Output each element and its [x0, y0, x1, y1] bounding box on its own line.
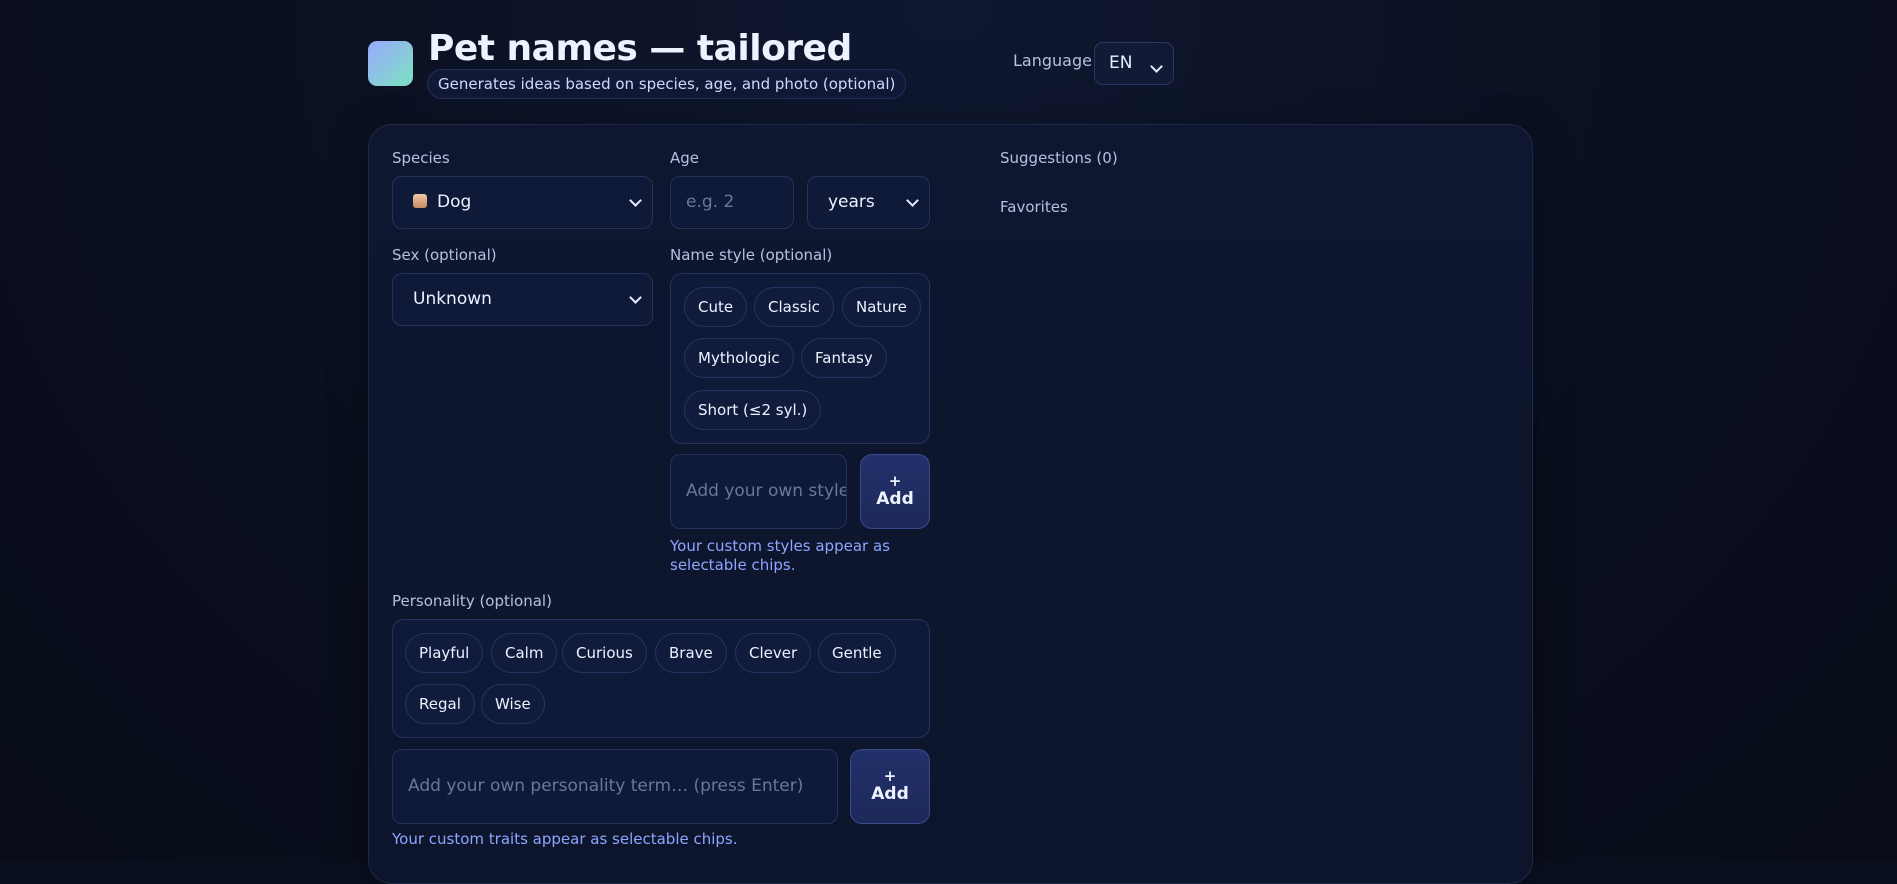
age-input[interactable]: e.g. 2: [670, 176, 794, 229]
plus-icon: +: [883, 767, 897, 785]
personality-chip-brave[interactable]: Brave: [655, 633, 727, 673]
add-style-button[interactable]: + Add: [860, 454, 930, 529]
app-logo: [368, 41, 413, 86]
chevron-down-icon: [629, 291, 642, 304]
personality-chip-playful[interactable]: Playful: [405, 633, 484, 673]
add-style-label: Add: [876, 489, 914, 509]
page-title: Pet names — tailored: [428, 28, 852, 69]
personality-chip-clever[interactable]: Clever: [735, 633, 812, 673]
personality-chip-wise[interactable]: Wise: [481, 684, 545, 724]
name-style-chip-group: Cute Classic Nature Mythologic Fantasy S…: [670, 273, 930, 444]
style-hint: Your custom styles appear as selectable …: [670, 537, 890, 574]
custom-personality-input[interactable]: Add your own personality term… (press En…: [392, 749, 838, 824]
personality-chip-calm[interactable]: Calm: [491, 633, 558, 673]
chevron-down-icon: [1150, 60, 1163, 73]
dog-icon: [413, 194, 427, 208]
personality-chip-gentle[interactable]: Gentle: [818, 633, 896, 673]
sex-value: Unknown: [413, 289, 492, 309]
suggestions-heading: Suggestions (0): [1000, 149, 1118, 167]
main-card: Species Dog Age e.g. 2 years Sex (option…: [368, 124, 1533, 884]
style-chip-nature[interactable]: Nature: [842, 287, 921, 327]
age-unit-value: years: [828, 192, 875, 212]
language-label: Language: [1013, 51, 1092, 70]
personality-chip-group: Playful Calm Curious Brave Clever Gentle…: [392, 619, 930, 738]
favorites-heading: Favorites: [1000, 198, 1068, 216]
style-chip-cute[interactable]: Cute: [684, 287, 748, 327]
species-value: Dog: [437, 192, 472, 212]
language-value: EN: [1109, 53, 1133, 73]
plus-icon: +: [888, 472, 902, 490]
style-chip-fantasy[interactable]: Fantasy: [801, 338, 887, 378]
custom-style-input[interactable]: Add your own style…: [670, 454, 847, 529]
species-label: Species: [392, 149, 450, 167]
style-chip-mythologic[interactable]: Mythologic: [684, 338, 794, 378]
personality-chip-curious[interactable]: Curious: [562, 633, 647, 673]
chevron-down-icon: [629, 194, 642, 207]
subtitle-badge: Generates ideas based on species, age, a…: [427, 69, 907, 99]
species-select[interactable]: Dog: [392, 176, 653, 229]
custom-style-placeholder: Add your own style…: [686, 481, 846, 501]
add-personality-label: Add: [871, 784, 909, 804]
sex-label: Sex (optional): [392, 246, 497, 264]
age-unit-select[interactable]: years: [807, 176, 930, 229]
age-placeholder: e.g. 2: [686, 192, 735, 212]
personality-hint: Your custom traits appear as selectable …: [392, 830, 738, 848]
age-label: Age: [670, 149, 700, 167]
chevron-down-icon: [906, 194, 919, 207]
language-select[interactable]: EN: [1094, 42, 1174, 85]
sex-select[interactable]: Unknown: [392, 273, 653, 326]
name-style-label: Name style (optional): [670, 246, 833, 264]
personality-label: Personality (optional): [392, 592, 552, 610]
add-personality-button[interactable]: + Add: [850, 749, 930, 824]
custom-personality-placeholder: Add your own personality term… (press En…: [408, 776, 804, 796]
style-chip-short[interactable]: Short (≤2 syl.): [684, 390, 822, 430]
style-chip-classic[interactable]: Classic: [754, 287, 834, 327]
personality-chip-regal[interactable]: Regal: [405, 684, 475, 724]
